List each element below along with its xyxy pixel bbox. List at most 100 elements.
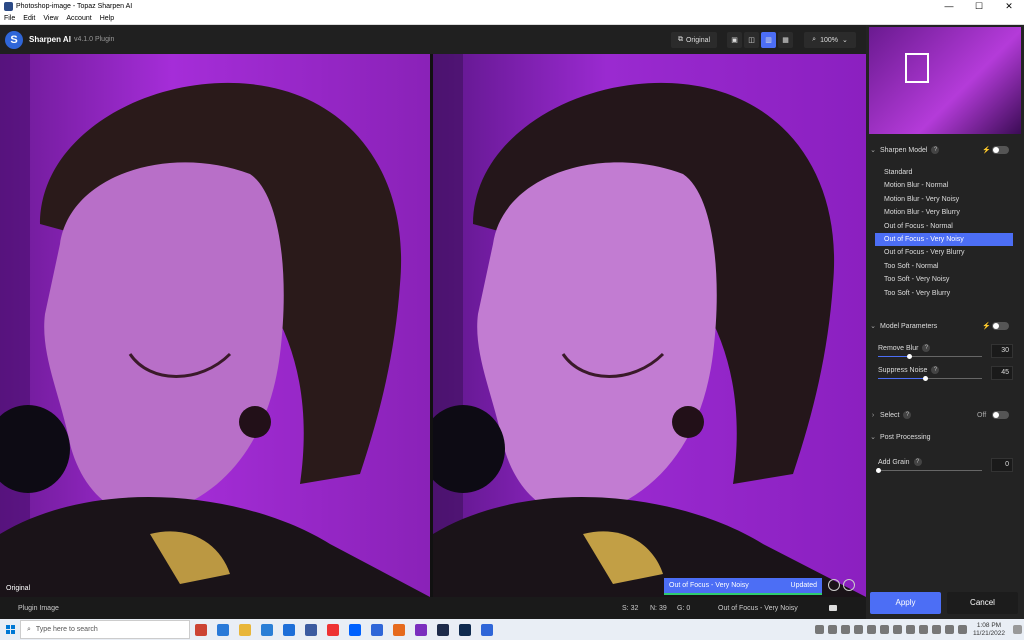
search-icon: ⌕ xyxy=(27,625,31,633)
sad-face-icon[interactable] xyxy=(843,579,855,591)
zoom-control[interactable]: ⌕ 100% ⌄ xyxy=(804,32,856,48)
tray-icon-9[interactable] xyxy=(918,625,928,634)
photoshop-icon[interactable] xyxy=(459,623,471,636)
side-by-side-icon: ▥ xyxy=(765,37,772,44)
sharpen-ai-taskbar-icon[interactable] xyxy=(481,623,493,636)
cancel-button[interactable]: Cancel xyxy=(947,592,1018,614)
tray-icon-10[interactable] xyxy=(931,625,941,634)
add-grain-label: Add Grain xyxy=(878,458,910,466)
s-value-group: S: 32 xyxy=(622,605,638,612)
tray-icon-6[interactable] xyxy=(879,625,889,634)
sharpen-logo-icon: S xyxy=(5,30,23,49)
feedback-icons xyxy=(828,579,855,591)
add-grain-slider[interactable] xyxy=(876,468,982,473)
navigator-thumbnail[interactable] xyxy=(869,27,1021,134)
original-preview[interactable]: Original xyxy=(0,54,430,597)
select-toggle[interactable] xyxy=(992,411,1009,419)
skype-icon[interactable] xyxy=(371,623,383,636)
task-view-icon[interactable] xyxy=(217,623,229,636)
menu-bar: File Edit View Account Help xyxy=(0,12,1024,25)
clock-time: 1:08 PM xyxy=(976,621,1002,629)
preview-viewport[interactable]: Original Out of Focus - Very Noisy Updat… xyxy=(0,54,866,597)
tray-icon-4[interactable] xyxy=(853,625,863,634)
post-processing-header[interactable]: ⌄ Post Processing xyxy=(866,430,1024,444)
chevron-down-icon: ⌄ xyxy=(870,323,876,330)
help-icon[interactable]: ? xyxy=(913,458,922,466)
menu-account[interactable]: Account xyxy=(62,15,95,22)
menu-edit[interactable]: Edit xyxy=(19,15,39,22)
side-by-side-view-button[interactable]: ▥ xyxy=(761,32,776,48)
photos-icon[interactable] xyxy=(305,623,317,636)
help-icon[interactable]: ? xyxy=(922,344,931,352)
suppress-noise-slider[interactable] xyxy=(878,376,982,381)
remove-blur-knob[interactable] xyxy=(907,354,913,359)
volume-icon[interactable] xyxy=(957,625,967,634)
model-parameters-header[interactable]: ⌄ Model Parameters ⚡ xyxy=(866,319,1024,333)
quad-view-button[interactable]: ▦ xyxy=(778,32,793,48)
sharpen-model-list: Standard Motion Blur - Normal Motion Blu… xyxy=(875,166,1013,300)
edge-icon[interactable] xyxy=(195,623,207,636)
tray-icon-7[interactable] xyxy=(892,625,902,634)
suppress-noise-value[interactable]: 45 xyxy=(991,366,1013,380)
s-value: 32 xyxy=(630,604,639,612)
compare-icon: ⧉ xyxy=(677,36,683,43)
tray-icon-3[interactable] xyxy=(840,625,850,634)
maximize-button[interactable]: ☐ xyxy=(964,0,994,12)
help-icon[interactable]: ? xyxy=(931,366,940,374)
split-view-button[interactable]: ◫ xyxy=(744,32,759,48)
add-grain-knob[interactable] xyxy=(876,468,881,473)
firefox-icon[interactable] xyxy=(393,623,405,636)
notifications-icon[interactable] xyxy=(1013,625,1022,634)
model-out-of-focus-very-noisy[interactable]: Out of Focus - Very Noisy xyxy=(875,232,1013,247)
tray-icon-1[interactable] xyxy=(814,625,824,634)
apply-button[interactable]: Apply xyxy=(870,592,941,614)
camera-icon[interactable] xyxy=(829,605,837,611)
menu-help[interactable]: Help xyxy=(96,15,118,22)
navigator-viewport-box[interactable] xyxy=(905,53,929,83)
minimize-button[interactable]: — xyxy=(934,0,964,12)
model-out-of-focus-very-blurry[interactable]: Out of Focus - Very Blurry xyxy=(875,246,1013,259)
model-too-soft-very-blurry[interactable]: Too Soft - Very Blurry xyxy=(875,287,1013,300)
model-too-soft-normal[interactable]: Too Soft - Normal xyxy=(875,260,1013,273)
mail-icon[interactable] xyxy=(283,623,295,636)
bridge-icon[interactable] xyxy=(437,623,449,636)
wifi-icon[interactable] xyxy=(944,625,954,634)
original-button-label: Original xyxy=(685,36,711,44)
remove-blur-slider[interactable] xyxy=(878,354,982,359)
happy-face-icon[interactable] xyxy=(828,579,840,591)
dropbox-icon[interactable] xyxy=(349,623,361,636)
tray-icon-2[interactable] xyxy=(827,625,837,634)
remove-blur-value[interactable]: 30 xyxy=(991,344,1013,358)
chevron-down-icon: ⌄ xyxy=(870,434,876,441)
suppress-noise-knob[interactable] xyxy=(922,376,928,381)
model-motion-blur-very-blurry[interactable]: Motion Blur - Very Blurry xyxy=(875,206,1013,219)
status-state: Updated xyxy=(790,582,817,589)
close-button[interactable]: ✕ xyxy=(994,0,1024,12)
sharpen-model-toggle[interactable] xyxy=(992,146,1009,154)
help-icon[interactable]: ? xyxy=(903,411,912,419)
model-standard[interactable]: Standard xyxy=(875,166,1013,179)
sharpen-model-header[interactable]: ⌄ Sharpen Model ? ⚡ xyxy=(866,143,1024,157)
taskbar-clock[interactable]: 1:08 PM 11/21/2022 xyxy=(973,622,1005,638)
add-grain-value[interactable]: 0 xyxy=(991,458,1013,472)
file-explorer-icon[interactable] xyxy=(239,623,251,636)
model-out-of-focus-normal[interactable]: Out of Focus - Normal xyxy=(875,220,1013,233)
model-parameters-toggle[interactable] xyxy=(992,322,1009,330)
original-button[interactable]: ⧉ Original xyxy=(671,32,717,48)
model-too-soft-very-noisy[interactable]: Too Soft - Very Noisy xyxy=(875,273,1013,286)
taskbar-search[interactable]: ⌕ Type here to search xyxy=(20,620,190,639)
processed-preview[interactable] xyxy=(433,54,866,597)
start-button[interactable] xyxy=(0,619,20,640)
app-icon-purple[interactable] xyxy=(415,623,427,636)
tray-icon-5[interactable] xyxy=(866,625,876,634)
single-view-button[interactable]: ▣ xyxy=(727,32,742,48)
help-icon[interactable]: ? xyxy=(931,146,940,154)
menu-file[interactable]: File xyxy=(0,15,19,22)
model-motion-blur-normal[interactable]: Motion Blur - Normal xyxy=(875,179,1013,192)
store-icon[interactable] xyxy=(261,623,273,636)
model-motion-blur-very-noisy[interactable]: Motion Blur - Very Noisy xyxy=(875,193,1013,206)
select-header[interactable]: › Select ? Off xyxy=(866,408,1024,422)
menu-view[interactable]: View xyxy=(39,15,62,22)
app-icon-red[interactable] xyxy=(327,623,339,636)
tray-icon-8[interactable] xyxy=(905,625,915,634)
